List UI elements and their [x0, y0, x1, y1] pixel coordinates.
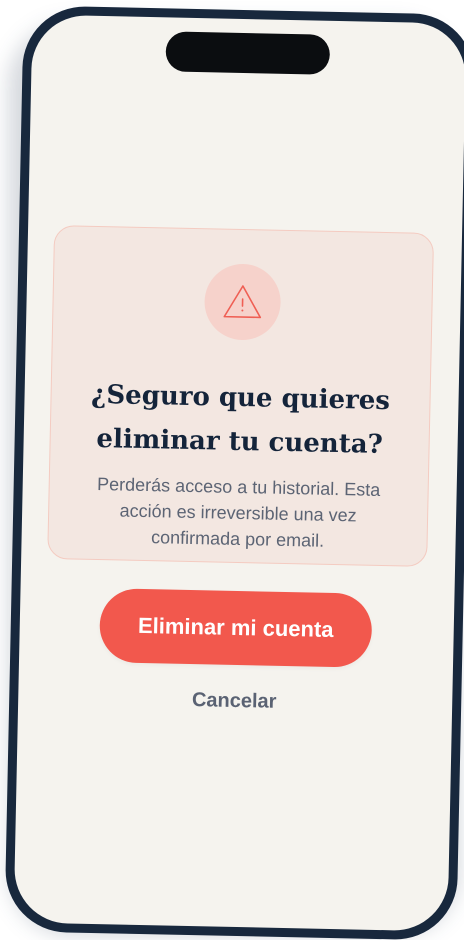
phone-frame: ¿Seguro que quieres eliminar tu cuenta? …: [4, 5, 464, 940]
phone-screen: ¿Seguro que quieres eliminar tu cuenta? …: [13, 14, 464, 932]
dynamic-island: [165, 31, 331, 75]
delete-account-warning-card: ¿Seguro que quieres eliminar tu cuenta? …: [47, 225, 435, 567]
warning-triangle-icon: [223, 285, 262, 319]
dialog-title: ¿Seguro que quieres eliminar tu cuenta?: [90, 379, 391, 460]
dialog-message: Perderás acceso a tu historial. Esta acc…: [96, 474, 381, 551]
warning-icon-circle: [203, 263, 282, 341]
stage: ¿Seguro que quieres eliminar tu cuenta? …: [0, 0, 464, 940]
delete-account-button[interactable]: Eliminar mi cuenta: [99, 588, 373, 668]
cancel-button[interactable]: Cancelar: [134, 681, 335, 721]
